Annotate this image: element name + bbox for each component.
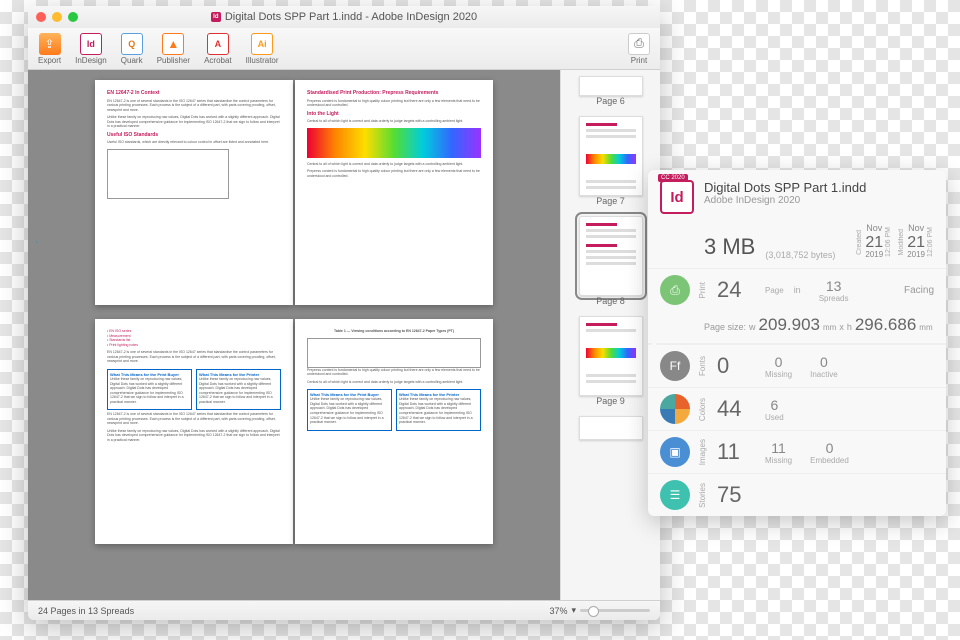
titlebar: Id Digital Dots SPP Part 1.indd - Adobe … [28, 6, 660, 28]
thumb-page-7[interactable] [579, 116, 643, 196]
zoom-slider[interactable] [580, 609, 650, 612]
rainbow-image [307, 128, 481, 158]
indesign-logo: CC 2020 Id [660, 180, 694, 214]
page-left-2[interactable]: • EN ISO series• Measurement• Standards … [95, 319, 293, 544]
acrobat-button[interactable]: AAcrobat [204, 33, 232, 65]
fonts-stat-icon: Ff [660, 351, 690, 381]
thumb-page-6[interactable] [579, 76, 643, 96]
created-date: Nov212019 [865, 224, 883, 260]
illustrator-icon: Ai [251, 33, 273, 55]
spread-1: • EN 12647-2 In Context EN 12647-2 is on… [38, 80, 550, 305]
chevron-down-icon[interactable]: ▾ [571, 605, 576, 616]
info-panel: CC 2020 Id Digital Dots SPP Part 1.indd … [648, 170, 946, 516]
info-app: Adobe InDesign 2020 [704, 195, 866, 206]
modified-date: Nov212019 [907, 224, 925, 260]
canvas[interactable]: • EN 12647-2 In Context EN 12647-2 is on… [28, 70, 560, 600]
acrobat-icon: A [207, 33, 229, 55]
page-right[interactable]: Standardised Print Production: Prepress … [295, 80, 493, 305]
page-count: 24 Pages in 13 Spreads [38, 606, 134, 616]
thumb-page-8[interactable] [579, 216, 643, 296]
status-bar: 24 Pages in 13 Spreads 37% ▾ [28, 600, 660, 620]
stories-stat-icon: ☰ [660, 480, 690, 510]
quark-icon: Q [121, 33, 143, 55]
workspace: • EN 12647-2 In Context EN 12647-2 is on… [28, 70, 660, 600]
indesign-doc-icon: Id [211, 12, 221, 22]
thumb-page-9[interactable] [579, 316, 643, 396]
indesign-button[interactable]: IdInDesign [75, 33, 107, 65]
thumbnail-panel[interactable]: Page 6 Page 7 Page 8 Page 9 [560, 70, 660, 600]
app-window: Id Digital Dots SPP Part 1.indd - Adobe … [28, 6, 660, 620]
window-title: Digital Dots SPP Part 1.indd - Adobe InD… [225, 11, 477, 23]
page-right-2[interactable]: Table 1 — Viewing conditions according t… [295, 319, 493, 544]
illustrator-button[interactable]: AiIllustrator [246, 33, 279, 65]
page-left[interactable]: EN 12647-2 In Context EN 12647-2 is one … [95, 80, 293, 305]
spread-2: • EN ISO series• Measurement• Standards … [38, 319, 550, 544]
export-button[interactable]: ⇪Export [38, 33, 61, 65]
publisher-button[interactable]: ▲Publisher [157, 33, 190, 65]
indesign-icon: Id [80, 33, 102, 55]
colors-stat-icon [660, 394, 690, 424]
print-stat-icon: ⎙ [660, 275, 690, 305]
publisher-icon: ▲ [162, 33, 184, 55]
quark-button[interactable]: QQuark [121, 33, 143, 65]
images-stat-icon: ▣ [660, 437, 690, 467]
toolbar: ⇪Export IdInDesign QQuark ▲Publisher AAc… [28, 28, 660, 70]
thumb-page-10[interactable] [579, 416, 643, 440]
zoom-control[interactable]: 37% ▾ [549, 605, 650, 616]
file-size: 3 MB [704, 234, 755, 260]
info-filename: Digital Dots SPP Part 1.indd [704, 180, 866, 195]
print-icon: ⎙ [628, 33, 650, 55]
print-button[interactable]: ⎙Print [628, 33, 650, 65]
export-icon: ⇪ [39, 33, 61, 55]
